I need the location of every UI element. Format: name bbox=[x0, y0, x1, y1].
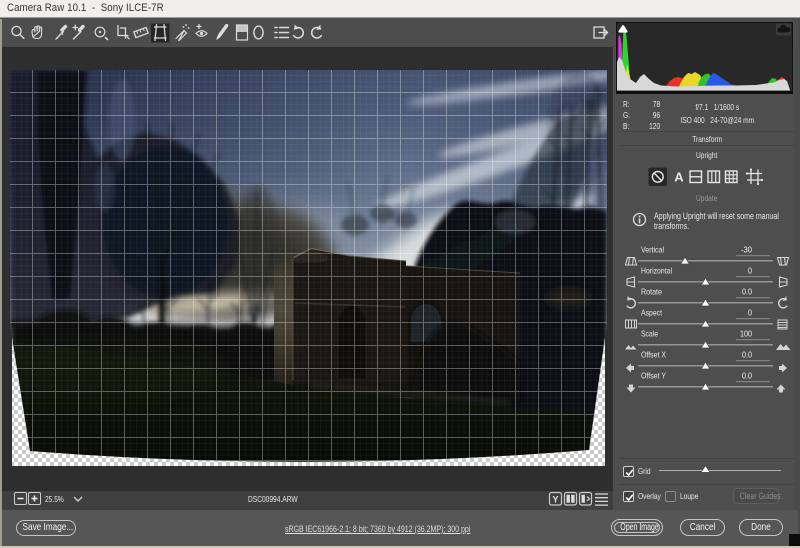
svg-text:100: 100 bbox=[740, 329, 752, 339]
svg-text:Aspect: Aspect bbox=[641, 308, 663, 318]
svg-text:0: 0 bbox=[748, 308, 752, 318]
svg-text:Horizontal: Horizontal bbox=[641, 266, 672, 276]
svg-text:0: 0 bbox=[748, 266, 752, 276]
svg-text:A: A bbox=[674, 170, 684, 185]
svg-text:0.0: 0.0 bbox=[742, 371, 752, 381]
svg-text:Scale: Scale bbox=[641, 329, 658, 339]
svg-text:-30: -30 bbox=[741, 245, 752, 255]
svg-text:Offset Y: Offset Y bbox=[641, 371, 666, 381]
svg-text:Vertical: Vertical bbox=[641, 245, 664, 255]
svg-text:Offset X: Offset X bbox=[641, 350, 666, 360]
svg-text:Rotate: Rotate bbox=[641, 287, 662, 297]
svg-text:0.0: 0.0 bbox=[742, 350, 752, 360]
svg-text:0.0: 0.0 bbox=[742, 287, 752, 297]
svg-text:Y: Y bbox=[552, 495, 558, 505]
